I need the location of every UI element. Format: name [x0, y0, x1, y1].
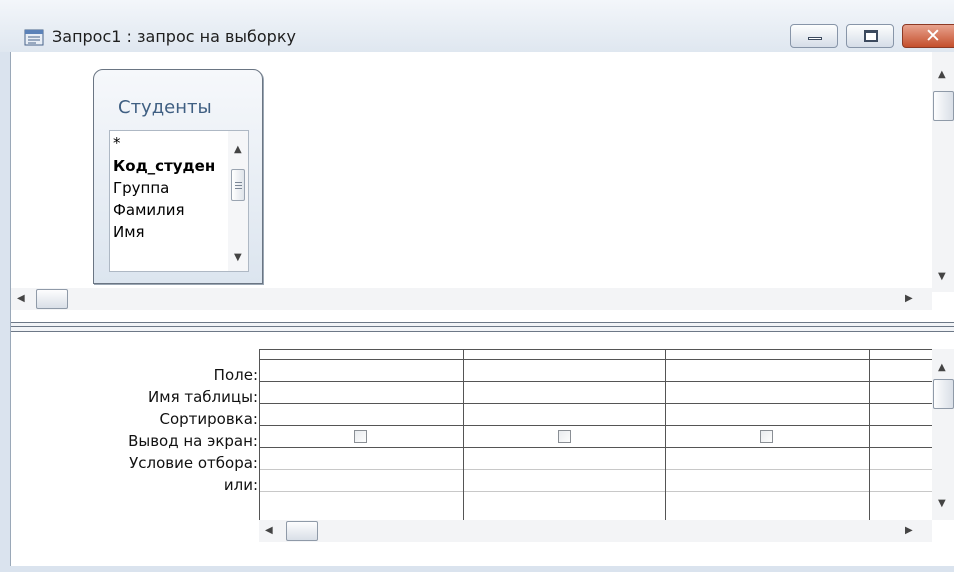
maximize-icon [864, 30, 878, 42]
pane-splitter[interactable] [11, 322, 954, 332]
grid-cell-sort-3[interactable] [666, 404, 869, 426]
field-item-surname[interactable]: Фамилия [113, 201, 185, 219]
scroll-down-arrow-icon[interactable]: ▼ [938, 272, 946, 282]
design-pane-hscroll-thumb[interactable] [36, 289, 68, 309]
window-title: Запрос1 : запрос на выборку [52, 27, 296, 46]
grid-cell-field-2[interactable] [464, 360, 665, 382]
grid-cell-table-3[interactable] [666, 382, 869, 404]
query-window: Запрос1 : запрос на выборку ✕ Студенты *… [0, 0, 954, 572]
scroll-up-arrow-icon[interactable]: ▲ [234, 145, 242, 155]
query-icon [24, 29, 44, 46]
field-list-scroll-thumb[interactable] [231, 169, 245, 201]
field-list-scrollbar[interactable]: ▲ ▼ [228, 131, 248, 271]
grid-vertical-scrollbar[interactable]: ▲ ▼ [932, 349, 954, 520]
field-item-primary-key[interactable]: Код_студен [113, 157, 215, 175]
row-label-show: Вывод на экран: [128, 432, 258, 450]
show-checkbox-2[interactable] [558, 430, 571, 443]
row-label-or: или: [223, 476, 258, 494]
table-design-pane[interactable]: Студенты * Код_студен Группа Фамилия Имя… [11, 52, 954, 322]
grid-cell-criteria-1[interactable] [260, 448, 463, 470]
grid-cell-sort-1[interactable] [260, 404, 463, 426]
minimize-icon [808, 37, 822, 40]
grid-cell-field-1[interactable] [260, 360, 463, 382]
row-label-table-name: Имя таблицы: [148, 388, 258, 406]
row-label-field: Поле: [213, 366, 258, 384]
scroll-down-arrow-icon[interactable]: ▼ [938, 499, 946, 509]
grid-hscroll-thumb[interactable] [286, 521, 318, 541]
query-grid-pane: Поле: Имя таблицы: Сортировка: Вывод на … [11, 332, 954, 566]
scroll-left-arrow-icon[interactable]: ◀ [17, 294, 25, 304]
grid-cell-or-1[interactable] [260, 470, 463, 492]
design-pane-horizontal-scrollbar[interactable]: ◀ ▶ [11, 288, 932, 310]
row-label-criteria: Условие отбора: [129, 454, 258, 472]
scroll-left-arrow-icon[interactable]: ◀ [265, 526, 273, 536]
scroll-right-arrow-icon[interactable]: ▶ [905, 526, 913, 536]
window-frame-bottom [0, 566, 954, 572]
table-field-list-box[interactable]: Студенты * Код_студен Группа Фамилия Имя… [93, 69, 263, 284]
window-frame-left [0, 52, 11, 572]
scroll-right-arrow-icon[interactable]: ▶ [905, 294, 913, 304]
grid-cell-or-3[interactable] [666, 470, 869, 492]
close-icon: ✕ [925, 25, 941, 47]
row-label-sort: Сортировка: [159, 410, 258, 428]
grid-cell-sort-2[interactable] [464, 404, 665, 426]
scroll-up-arrow-icon[interactable]: ▲ [938, 363, 946, 373]
title-bar[interactable]: Запрос1 : запрос на выборку ✕ [0, 0, 954, 52]
close-button[interactable]: ✕ [902, 24, 954, 48]
field-list[interactable]: * Код_студен Группа Фамилия Имя ▲ ▼ [109, 130, 249, 272]
scroll-down-arrow-icon[interactable]: ▼ [234, 253, 242, 263]
query-design-grid [259, 349, 933, 520]
grid-cell-field-3[interactable] [666, 360, 869, 382]
design-pane-vscroll-thumb[interactable] [933, 91, 954, 121]
grid-cell-table-1[interactable] [260, 382, 463, 404]
field-item-name[interactable]: Имя [113, 223, 145, 241]
field-item-group[interactable]: Группа [113, 179, 169, 197]
grid-horizontal-scrollbar[interactable]: ◀ ▶ [259, 520, 932, 542]
table-title: Студенты [118, 97, 212, 118]
design-pane-vertical-scrollbar[interactable]: ▲ ▼ [932, 52, 954, 292]
maximize-button[interactable] [846, 24, 894, 48]
show-checkbox-1[interactable] [354, 430, 367, 443]
minimize-button[interactable] [790, 24, 838, 48]
field-item-all[interactable]: * [113, 134, 121, 152]
grid-cell-table-2[interactable] [464, 382, 665, 404]
grid-cell-or-2[interactable] [464, 470, 665, 492]
show-checkbox-3[interactable] [760, 430, 773, 443]
scroll-up-arrow-icon[interactable]: ▲ [938, 70, 946, 80]
grid-vscroll-thumb[interactable] [933, 379, 954, 409]
grid-cell-criteria-2[interactable] [464, 448, 665, 470]
grid-cell-criteria-3[interactable] [666, 448, 869, 470]
